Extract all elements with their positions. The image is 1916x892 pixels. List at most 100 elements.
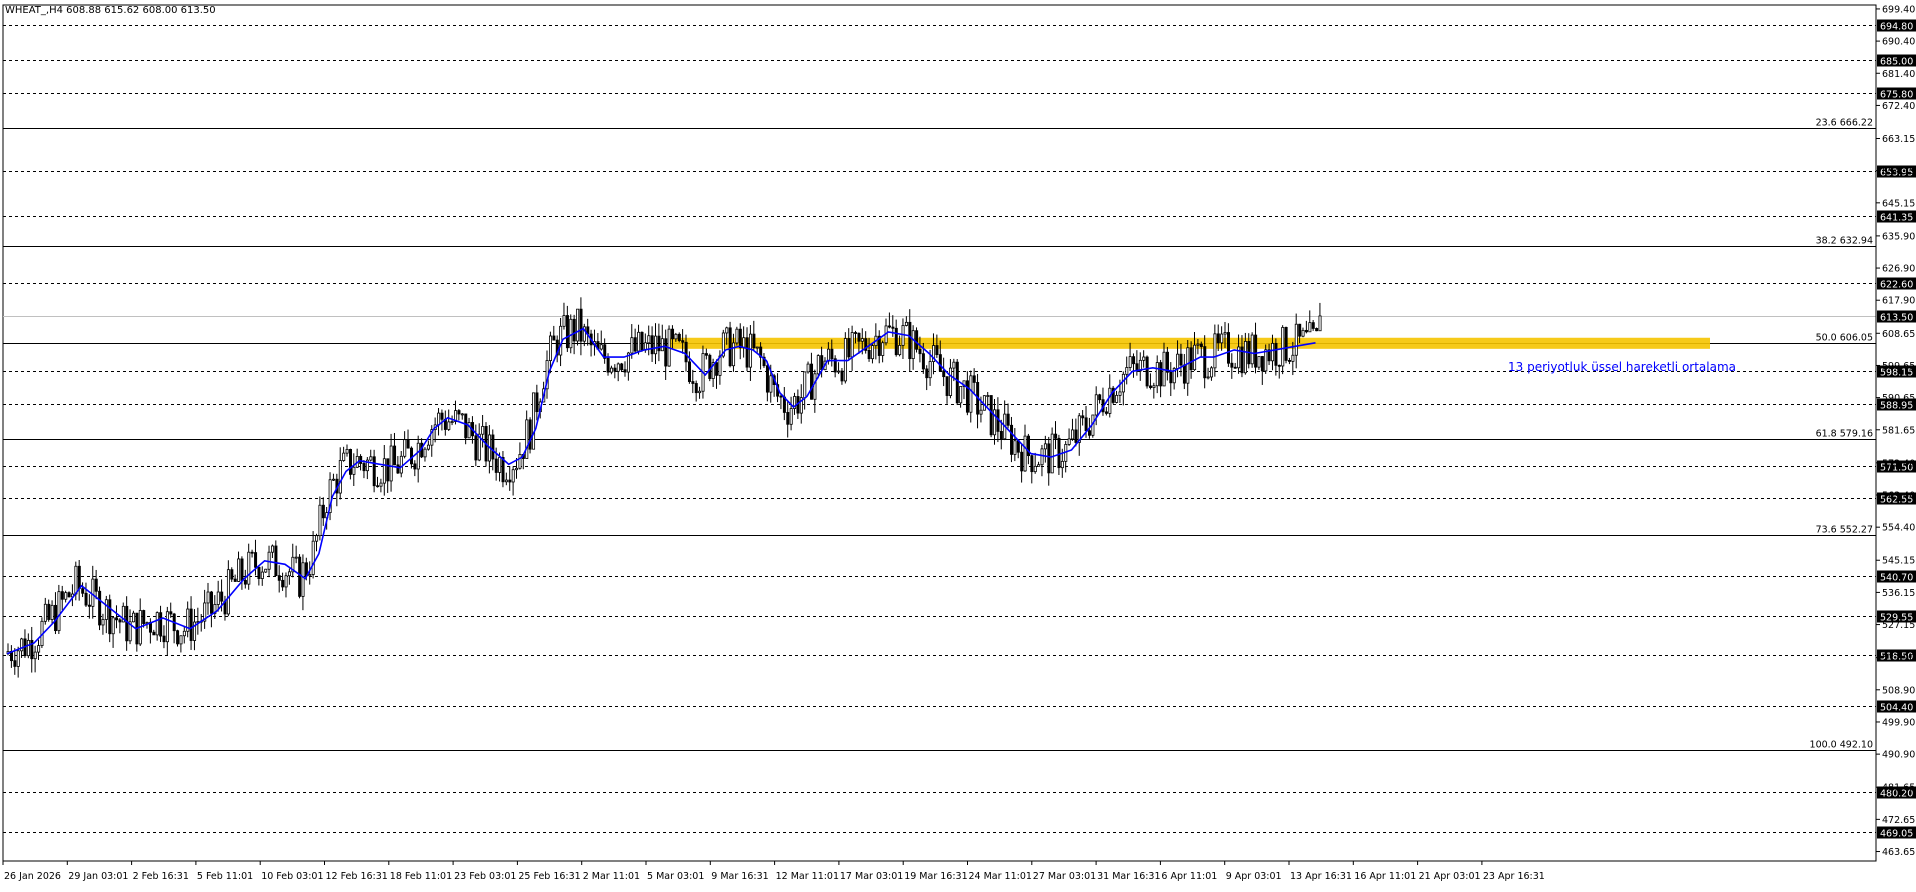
candle-body bbox=[403, 439, 407, 457]
chart-svg: 23.6 666.22 38.2 632.94 50.0 606.05 61.8 57… bbox=[0, 0, 1916, 888]
y-tick-label: 654.15 bbox=[1882, 166, 1915, 177]
candle-body bbox=[352, 466, 356, 475]
candle-body bbox=[16, 650, 20, 667]
candle-body bbox=[98, 590, 102, 626]
candle-body bbox=[450, 421, 454, 423]
ema-annotation: 13 periyotluk üssel hareketli ortalama bbox=[1508, 360, 1736, 374]
y-tick-label: 499.90 bbox=[1882, 717, 1915, 728]
y-tick-label: 635.90 bbox=[1882, 231, 1915, 242]
candle-body bbox=[1294, 323, 1298, 356]
candle-body bbox=[837, 370, 841, 373]
candle-body bbox=[338, 460, 342, 494]
candle-body bbox=[47, 603, 51, 620]
candle-body bbox=[786, 412, 790, 425]
candle-body bbox=[250, 551, 254, 554]
candle-body bbox=[1098, 394, 1102, 401]
candle-body bbox=[647, 335, 651, 344]
candle-body bbox=[247, 551, 251, 585]
candle-body bbox=[847, 338, 851, 358]
candle-body bbox=[965, 380, 969, 413]
candle-body bbox=[745, 337, 749, 368]
candle-body bbox=[620, 363, 624, 371]
candle-body bbox=[1054, 433, 1058, 439]
x-tick-label: 21 Apr 03:01 bbox=[1419, 871, 1481, 882]
candle-body bbox=[1210, 367, 1214, 378]
candle-body bbox=[440, 412, 444, 420]
candle-body bbox=[898, 344, 902, 356]
candle-body bbox=[633, 337, 637, 352]
candle-body bbox=[413, 463, 417, 470]
candle-body bbox=[274, 545, 278, 577]
candle-body bbox=[1142, 356, 1146, 361]
candle-body bbox=[664, 338, 668, 367]
candle-body bbox=[881, 342, 885, 356]
current-price-label: 613.50 bbox=[1880, 313, 1913, 324]
candle-body bbox=[1213, 333, 1217, 369]
candle-body bbox=[508, 479, 512, 483]
candle-body bbox=[1288, 360, 1292, 362]
candle-body bbox=[369, 456, 373, 461]
candle-body bbox=[1040, 448, 1044, 466]
candle-body bbox=[67, 592, 71, 598]
candle-body bbox=[94, 578, 98, 592]
candle-body bbox=[1121, 373, 1125, 393]
candle-body bbox=[165, 611, 169, 643]
candle-body bbox=[159, 612, 163, 637]
candle-body bbox=[254, 552, 258, 568]
candle-body bbox=[813, 373, 817, 400]
candle-body bbox=[1176, 353, 1180, 369]
y-tick-label: 581.65 bbox=[1882, 425, 1915, 436]
candle-body bbox=[1189, 347, 1193, 371]
y-tick-label: 599.65 bbox=[1882, 361, 1915, 372]
candle-body bbox=[1203, 346, 1207, 379]
candle-body bbox=[284, 575, 288, 588]
candle-body bbox=[1304, 329, 1308, 333]
candle-body bbox=[860, 338, 864, 342]
candle-body bbox=[379, 482, 383, 487]
candle-body bbox=[152, 631, 156, 636]
x-tick-label: 9 Mar 16:31 bbox=[711, 871, 768, 882]
candle-body bbox=[969, 375, 973, 413]
candle-body bbox=[1281, 327, 1285, 367]
candle-body bbox=[389, 445, 393, 482]
support-zone bbox=[670, 337, 1710, 349]
candle-body bbox=[1067, 438, 1071, 445]
candle-body bbox=[1071, 429, 1075, 440]
candle-body bbox=[1057, 437, 1061, 469]
candle-body bbox=[87, 604, 91, 607]
candle-body bbox=[552, 335, 556, 341]
candle-body bbox=[888, 325, 892, 328]
candle-body bbox=[945, 376, 949, 396]
candle-body bbox=[474, 435, 478, 461]
candle-body bbox=[1271, 342, 1275, 362]
candle-body bbox=[742, 337, 746, 349]
candle-body bbox=[989, 395, 993, 436]
candle-body bbox=[1074, 429, 1078, 443]
candle-body bbox=[725, 327, 729, 334]
candle-body bbox=[681, 340, 685, 343]
chart-background bbox=[0, 0, 1916, 888]
candle-body bbox=[830, 348, 834, 360]
candle-body bbox=[315, 535, 319, 542]
candle-body bbox=[1274, 342, 1278, 366]
candle-body bbox=[677, 333, 681, 342]
candle-body bbox=[437, 412, 441, 426]
support-zone-box bbox=[670, 337, 1710, 349]
candle-body bbox=[738, 328, 742, 349]
price-chart[interactable]: 23.6 666.22 38.2 632.94 50.0 606.05 61.8 57… bbox=[0, 0, 1916, 888]
candle-body bbox=[1277, 364, 1281, 367]
candle-body bbox=[1084, 417, 1088, 432]
candle-body bbox=[382, 458, 386, 484]
candle-body bbox=[393, 445, 397, 466]
candle-body bbox=[691, 381, 695, 384]
candle-body bbox=[271, 545, 275, 553]
candle-body bbox=[1115, 394, 1119, 403]
candle-body bbox=[576, 308, 580, 342]
candle-body bbox=[949, 367, 953, 396]
fibonacci-label: 50.0 606.05 bbox=[1816, 333, 1873, 344]
candle-body bbox=[1149, 385, 1153, 388]
candle-body bbox=[37, 645, 41, 653]
candle-body bbox=[43, 603, 47, 622]
candle-body bbox=[1050, 433, 1054, 474]
candle-body bbox=[372, 456, 376, 487]
